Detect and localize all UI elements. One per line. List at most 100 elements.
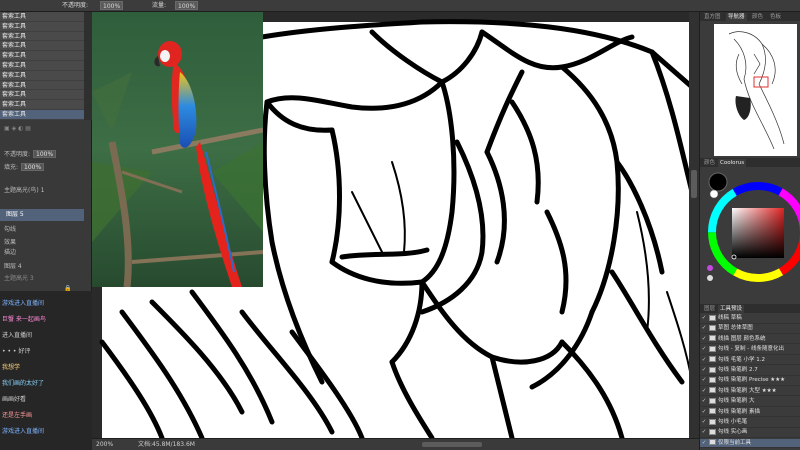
history-item[interactable]: 套索工具 [0, 51, 84, 61]
tab-swatches[interactable]: 色板 [768, 13, 783, 21]
preset-thumbnail [709, 324, 716, 331]
tool-preset-row[interactable]: ✓ 草图 总体草图 [700, 324, 800, 334]
check-icon[interactable]: ✓ [700, 418, 708, 428]
history-scrollbar[interactable] [84, 12, 92, 120]
tool-presets-list: ✓ 线稿 草稿 ✓ 草图 总体草图 ✓ 线描 图层 颜色系统 ✓ 勾线 - 复制 - 线条随意… [700, 314, 800, 450]
history-item[interactable]: 套索工具 [0, 100, 84, 110]
tool-preset-label: 勾线 染笔刷 素描 [718, 408, 760, 415]
layer-tabs: 图层 工具预设 [700, 304, 800, 313]
tool-preset-row[interactable]: ✓ 勾线 染笔刷 素描 [700, 408, 800, 418]
chat-message: 画画好看 [2, 396, 27, 403]
tab-color-panel[interactable]: 颜色 [702, 159, 717, 167]
tab-tool-presets[interactable]: 工具预设 [718, 305, 745, 313]
tab-histogram[interactable]: 直方图 [702, 13, 723, 21]
color-tabs: 颜色 Coolorus [700, 158, 800, 167]
tool-preset-label: 草图 总体草图 [718, 325, 753, 332]
tool-preset-row[interactable]: ✓ 勾线 染笔刷 2.7 [700, 366, 800, 376]
history-item[interactable]: 套索工具 [0, 12, 84, 22]
navigator-preview[interactable] [714, 24, 797, 156]
brush-icon[interactable]: ▣ ◈ ◐ ▤ [4, 125, 31, 132]
foreground-swatch[interactable] [708, 172, 728, 192]
color-wheel-panel[interactable] [700, 168, 800, 288]
preset-thumbnail [709, 387, 716, 394]
layer-row-c[interactable]: 描边 [0, 248, 16, 258]
right-panel: 直方图 导航器 颜色 色板 颜色 Coolorus 图层 工具预设 ✓ 线稿 草… [699, 12, 800, 450]
document-canvas[interactable] [92, 12, 699, 438]
layer-row-b[interactable]: 效果 [0, 238, 16, 248]
opacity-row: 不透明度: 100% [0, 150, 57, 160]
check-icon[interactable]: ✓ [700, 376, 708, 386]
horizontal-scroll-thumb[interactable] [422, 442, 482, 447]
tool-preset-label: 勾线 小毛笔 [718, 419, 748, 425]
history-item[interactable]: 套索工具 [0, 71, 84, 81]
preset-thumbnail [709, 345, 716, 352]
background-swatch[interactable] [709, 189, 719, 199]
preset-thumbnail [709, 428, 716, 435]
flow-field[interactable]: 100% [175, 1, 199, 10]
history-item[interactable]: 套索工具 [0, 32, 84, 42]
tab-coolorus[interactable]: Coolorus [718, 159, 747, 167]
tool-preset-row[interactable]: ✓ 勾线 染笔刷 大 [700, 397, 800, 407]
tool-preset-row[interactable]: ✓ 线描 图层 颜色系统 [700, 335, 800, 345]
check-icon[interactable]: ✓ [700, 387, 708, 397]
tool-preset-label: 勾线 染笔刷 Precise ★★★ [718, 377, 786, 384]
document-info: 文档:45.8M/183.6M [138, 441, 195, 448]
check-icon[interactable]: ✓ [700, 428, 708, 438]
history-item[interactable]: 套索工具 [0, 41, 84, 52]
preset-thumbnail [709, 408, 716, 415]
preset-thumbnail [709, 366, 716, 373]
layer-fill-field[interactable]: 100% [21, 163, 45, 171]
tool-preset-row[interactable]: ✓ 线稿 草稿 [700, 314, 800, 324]
tool-preset-label: 勾线 - 复制 - 线条随意化出 [718, 346, 784, 353]
history-item[interactable]: 套索工具 [0, 109, 84, 120]
tool-preset-row[interactable]: ✓ 仅限当前工具 [700, 438, 800, 449]
history-item[interactable]: 套索工具 [0, 22, 84, 32]
tab-color[interactable]: 颜色 [750, 13, 765, 21]
check-icon[interactable]: ✓ [700, 314, 708, 324]
opacity-field[interactable]: 100% [100, 1, 124, 10]
check-icon[interactable]: ✓ [700, 439, 708, 449]
check-icon[interactable]: ✓ [700, 324, 708, 334]
layer-row-e[interactable]: 主题高光 3 [0, 274, 34, 284]
tool-preset-row[interactable]: ✓ 勾线 染笔刷 大型 ★★★ [700, 387, 800, 397]
tool-preset-row[interactable]: ✓ 勾线 实心画 [700, 428, 800, 438]
check-icon[interactable]: ✓ [700, 366, 708, 376]
layer-opacity-field[interactable]: 100% [33, 150, 57, 158]
tool-preset-row[interactable]: ✓ 勾线 染笔刷 Precise ★★★ [700, 376, 800, 386]
tab-layers[interactable]: 图层 [702, 305, 717, 313]
chat-message: 游戏进入直播间 [2, 428, 45, 435]
check-icon[interactable]: ✓ [700, 335, 708, 345]
chat-message: 巨蟹 来一起画鸟 [2, 316, 46, 323]
tool-preset-label: 勾线 毛笔 小学 1.2 [718, 356, 765, 363]
swatch-dot-2[interactable] [707, 275, 713, 281]
check-icon[interactable]: ✓ [700, 345, 708, 355]
zoom-level[interactable]: 200% [96, 439, 113, 450]
check-icon[interactable]: ✓ [700, 356, 708, 366]
selected-layer-row[interactable]: 图层 5 [0, 209, 84, 221]
tool-preset-row[interactable]: ✓ 勾线 小毛笔 [700, 418, 800, 428]
tool-preset-row[interactable]: ✓ 勾线 毛笔 小学 1.2 [700, 356, 800, 366]
check-icon[interactable]: ✓ [700, 408, 708, 418]
chat-message: 我想学 [2, 364, 21, 371]
options-bar: 不透明度: 100% 流量: 100% [0, 0, 800, 12]
vertical-scrollbar[interactable] [689, 12, 699, 438]
tool-preset-row[interactable]: ✓ 勾线 - 复制 - 线条随意化出 [700, 345, 800, 355]
check-icon[interactable]: ✓ [700, 397, 708, 407]
tool-preset-label: 勾线 染笔刷 2.7 [718, 367, 758, 373]
history-item[interactable]: 套索工具 [0, 61, 84, 71]
fill-row: 填充: 100% [0, 163, 45, 173]
layer-row-a[interactable]: 勾线 [0, 225, 16, 235]
vertical-scroll-thumb[interactable] [691, 170, 697, 198]
history-item[interactable]: 套索工具 [0, 90, 84, 101]
preset-thumbnail [709, 397, 716, 404]
panel-tab-row: ▣ ◈ ◐ ▤ [0, 124, 92, 134]
swatch-dot-1[interactable] [707, 265, 713, 271]
history-item[interactable]: 套索工具 [0, 81, 84, 91]
layer-fill-label: 填充: [4, 164, 19, 171]
layer-opacity-label: 不透明度: [4, 151, 31, 158]
layer-group-row[interactable]: 主题高光(鸟) 1 [0, 186, 44, 196]
reference-photo[interactable] [92, 12, 263, 287]
tab-navigator[interactable]: 导航器 [726, 13, 747, 21]
flow-label: 流量: [152, 2, 167, 9]
layer-row-d[interactable]: 图层 4 [0, 262, 22, 272]
